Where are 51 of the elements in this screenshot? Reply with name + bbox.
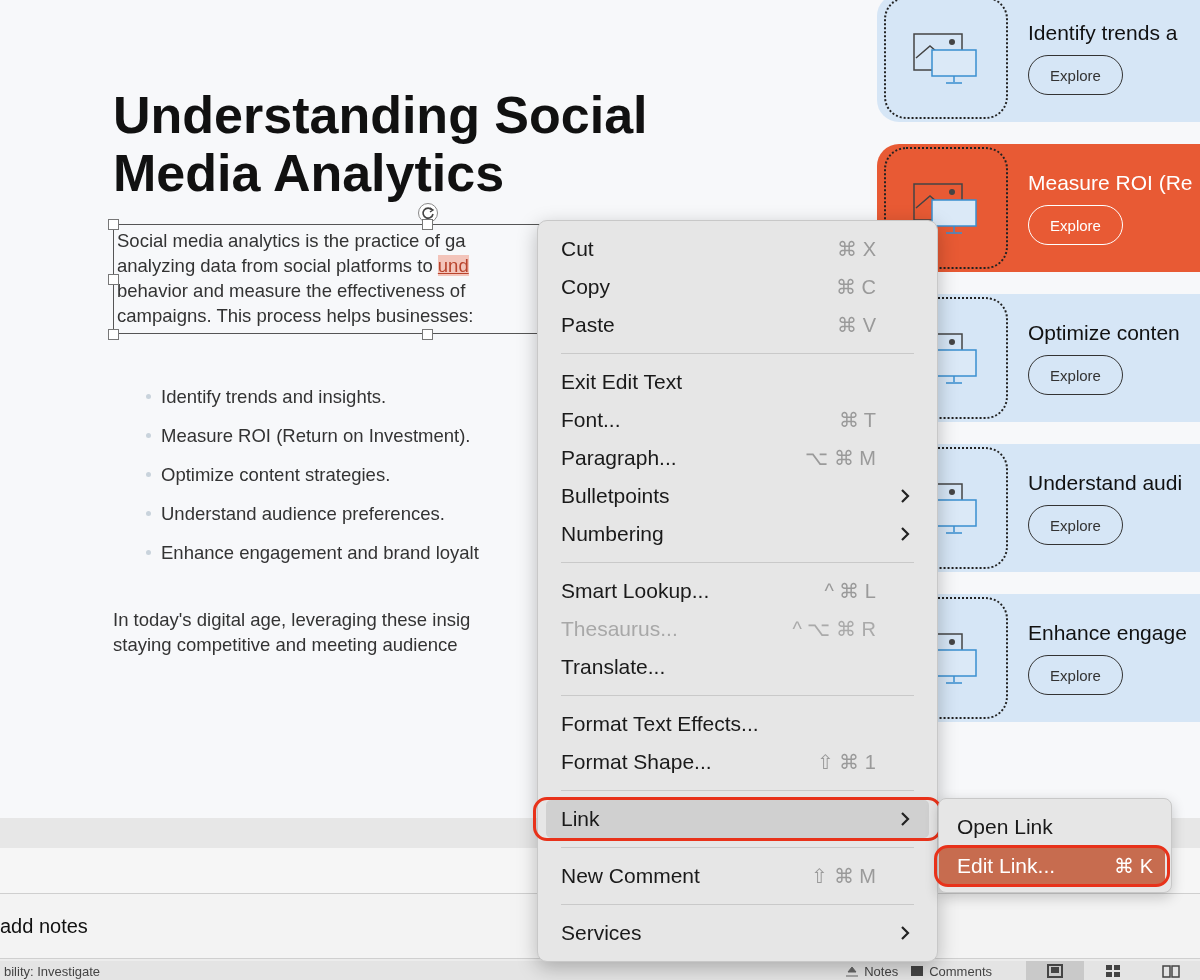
normal-view-icon [1047, 964, 1063, 978]
comment-icon [910, 965, 925, 977]
bullet-dot [146, 472, 151, 477]
resize-handle[interactable] [108, 274, 119, 285]
resize-handle[interactable] [422, 219, 433, 230]
bullet-text: Enhance engagement and brand loyalt [161, 541, 479, 565]
bullet-dot [146, 394, 151, 399]
notes-icon [845, 965, 860, 977]
bullet-text: Understand audience preferences. [161, 502, 445, 526]
view-button[interactable] [1026, 961, 1084, 980]
card-title: Enhance engage [1028, 621, 1187, 645]
notes-button[interactable]: Notes [839, 963, 905, 979]
resize-handle[interactable] [108, 329, 119, 340]
resize-handle[interactable] [108, 219, 119, 230]
book-view-icon [1162, 964, 1180, 978]
body-text: behavior and measure the effectiveness of [117, 279, 466, 303]
menu-item[interactable]: Open Link [939, 809, 1165, 845]
menu-item[interactable]: Edit Link... ⌘ K [939, 848, 1165, 884]
accessibility-status[interactable]: bility: Investigate [4, 963, 101, 979]
card-title: Identify trends a [1028, 21, 1178, 45]
chevron-icon [900, 488, 910, 504]
resize-handle[interactable] [422, 329, 433, 340]
menu-item[interactable]: Services [546, 914, 929, 952]
body-text: Social media analytics is the practice of ga [117, 229, 466, 253]
card-title: Optimize conten [1028, 321, 1180, 345]
bullet-dot [146, 511, 151, 516]
menu-item[interactable]: Format Shape... ⇧ ⌘ 1 [546, 743, 929, 781]
notes-placeholder[interactable]: add notes [0, 914, 88, 938]
chevron-icon [900, 526, 910, 542]
body-text: campaigns. This process helps businesses: [117, 304, 474, 328]
body-text: staying competitive and meeting audience [113, 633, 458, 657]
chevron-icon [900, 925, 910, 941]
picture-placeholder[interactable] [884, 0, 1008, 119]
topic-card[interactable]: Identify trends a Explore [877, 0, 1200, 122]
bullet-text: Optimize content strategies. [161, 463, 391, 487]
chevron-icon [900, 811, 910, 827]
body-text: In today's digital age, leveraging these insig [113, 608, 471, 632]
bullet-text: Measure ROI (Return on Investment). [161, 424, 471, 448]
menu-item[interactable]: New Comment ⇧ ⌘ M [546, 857, 929, 895]
slide-title: Media Analytics [113, 144, 506, 202]
topic-card[interactable]: Measure ROI (Re Explore [877, 144, 1200, 272]
body-text: analyzing data from social platforms to und [117, 254, 469, 278]
card-title: Measure ROI (Re [1028, 171, 1193, 195]
grid-view-icon [1105, 964, 1121, 978]
bullet-dot [146, 433, 151, 438]
bullet-dot [146, 550, 151, 555]
slide-title: Understanding Social [113, 86, 649, 144]
menu-item[interactable]: Link [546, 800, 929, 838]
bullet-text: Identify trends and insights. [161, 385, 387, 409]
card-title: Understand audi [1028, 471, 1183, 495]
comments-button[interactable]: Comments [904, 963, 998, 979]
